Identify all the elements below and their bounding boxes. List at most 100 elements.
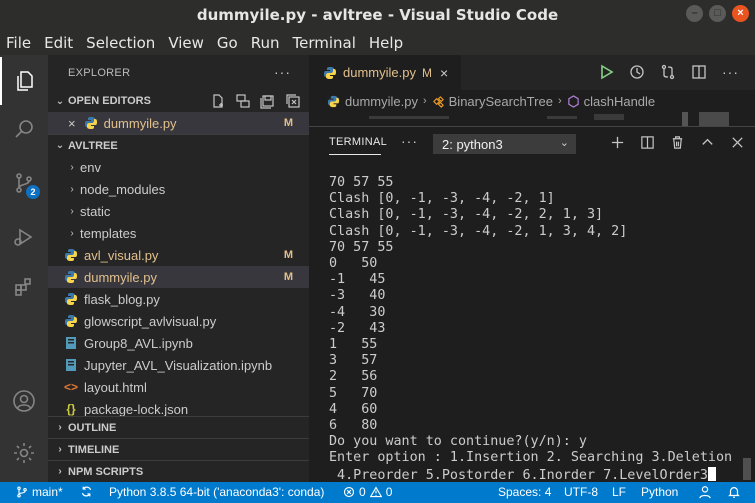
folder-name: static bbox=[80, 203, 111, 219]
file-name: avl_visual.py bbox=[84, 247, 159, 263]
tab-close-icon[interactable]: × bbox=[440, 65, 448, 81]
person-icon bbox=[699, 486, 711, 499]
split-editor-icon[interactable] bbox=[691, 64, 707, 80]
open-editors-header[interactable]: ⌄ OPEN EDITORS bbox=[48, 90, 309, 112]
modified-badge: M bbox=[283, 249, 293, 261]
python-file-icon bbox=[324, 66, 336, 79]
menu-help[interactable]: Help bbox=[369, 34, 403, 52]
breadcrumb-method[interactable]: clashHandle bbox=[584, 94, 656, 109]
minimize-button[interactable]: – bbox=[686, 5, 703, 22]
breadcrumb-file[interactable]: dummyile.py bbox=[345, 94, 418, 109]
scm-badge: 2 bbox=[26, 185, 40, 199]
tree-item-jupyter[interactable]: Jupyter_AVL_Visualization.ipynb bbox=[48, 354, 309, 376]
timeline-history-icon[interactable] bbox=[629, 64, 645, 80]
terminal-line: 3 57 bbox=[329, 353, 378, 369]
interpreter-label: Python 3.8.5 64-bit ('anaconda3': conda) bbox=[109, 485, 325, 499]
maximize-button[interactable]: □ bbox=[709, 5, 726, 22]
avltree-folder-header[interactable]: ⌄ AVLTREE bbox=[48, 134, 309, 156]
outline-label: OUTLINE bbox=[68, 421, 117, 434]
menu-view[interactable]: View bbox=[168, 34, 204, 52]
notebook-file-icon bbox=[64, 358, 78, 372]
menu-go[interactable]: Go bbox=[217, 34, 238, 52]
tree-item-avl-visual[interactable]: avl_visual.py M bbox=[48, 244, 309, 266]
trash-icon[interactable] bbox=[670, 135, 685, 150]
tree-item-glowscript[interactable]: glowscript_avlvisual.py bbox=[48, 310, 309, 332]
tree-item-layout[interactable]: <> layout.html bbox=[48, 376, 309, 398]
tab-terminal[interactable]: TERMINAL bbox=[329, 136, 387, 148]
bell-icon bbox=[728, 487, 740, 498]
new-untitled-file-icon[interactable] bbox=[210, 93, 226, 109]
open-changes-icon[interactable] bbox=[660, 64, 676, 80]
maximize-panel-icon[interactable] bbox=[700, 135, 715, 150]
eol-status[interactable]: LF bbox=[612, 485, 626, 499]
close-all-icon[interactable] bbox=[285, 93, 301, 109]
split-terminal-icon[interactable] bbox=[640, 135, 655, 150]
account-icon bbox=[13, 390, 35, 412]
terminal-line: 6 80 bbox=[329, 418, 378, 434]
outline-header[interactable]: › OUTLINE bbox=[48, 416, 309, 438]
chevron-right-icon: › bbox=[70, 161, 74, 173]
extensions-activity[interactable] bbox=[0, 263, 48, 311]
files-icon bbox=[17, 71, 33, 91]
eol-label: LF bbox=[612, 485, 627, 499]
menu-selection[interactable]: Selection bbox=[86, 34, 155, 52]
toggle-layout-icon[interactable] bbox=[235, 93, 251, 109]
menu-edit[interactable]: Edit bbox=[44, 34, 73, 52]
panel-more-icon[interactable]: ··· bbox=[401, 133, 418, 149]
tree-item-group8[interactable]: Group8_AVL.ipynb bbox=[48, 332, 309, 354]
branch-status[interactable]: main* bbox=[16, 485, 63, 499]
tree-item-flask-blog[interactable]: flask_blog.py bbox=[48, 288, 309, 310]
language-status[interactable]: Python bbox=[641, 485, 678, 499]
encoding-status[interactable]: UTF-8 bbox=[564, 485, 598, 499]
folder-name: env bbox=[80, 159, 101, 175]
branch-icon bbox=[17, 486, 27, 498]
spaces-label: Spaces: 4 bbox=[498, 485, 552, 499]
close-panel-icon[interactable] bbox=[730, 135, 745, 150]
terminal-select-value: 2: python3 bbox=[442, 136, 503, 152]
breadcrumb-class[interactable]: BinarySearchTree bbox=[449, 94, 553, 109]
terminal-select[interactable]: 2: python3 ⌄ bbox=[433, 134, 576, 154]
python-interpreter[interactable]: Python 3.8.5 64-bit ('anaconda3': conda) bbox=[109, 485, 324, 499]
source-control-activity[interactable]: 2 bbox=[0, 159, 48, 207]
python-file-icon bbox=[64, 292, 78, 306]
editor-more-icon[interactable]: ··· bbox=[722, 64, 739, 80]
tree-item-node-modules[interactable]: › node_modules bbox=[48, 178, 309, 200]
editor-tab[interactable]: dummyile.py M × bbox=[309, 55, 461, 90]
code-editor-peek[interactable] bbox=[309, 112, 755, 126]
more-actions-icon[interactable]: ··· bbox=[274, 64, 291, 80]
problems-status[interactable]: 0 0 bbox=[343, 485, 392, 499]
search-activity[interactable] bbox=[0, 105, 48, 153]
manage-activity[interactable] bbox=[0, 429, 48, 477]
tree-item-static[interactable]: › static bbox=[48, 200, 309, 222]
gear-icon bbox=[14, 443, 34, 463]
menu-terminal[interactable]: Terminal bbox=[293, 34, 356, 52]
menu-run[interactable]: Run bbox=[251, 34, 280, 52]
terminal-scrollbar[interactable] bbox=[743, 458, 751, 480]
save-all-icon[interactable] bbox=[260, 93, 276, 109]
branch-name: main* bbox=[32, 485, 63, 499]
folder-label: AVLTREE bbox=[68, 139, 118, 152]
run-file-icon[interactable] bbox=[598, 64, 614, 80]
chevron-right-icon: › bbox=[58, 466, 62, 477]
close-icon[interactable]: × bbox=[68, 116, 76, 131]
close-window-button[interactable]: × bbox=[732, 5, 749, 22]
run-debug-activity[interactable] bbox=[0, 213, 48, 261]
tree-item-templates[interactable]: › templates bbox=[48, 222, 309, 244]
window-title: dummyile.py - avltree - Visual Studio Co… bbox=[196, 6, 559, 24]
new-terminal-icon[interactable] bbox=[610, 135, 625, 150]
explorer-activity[interactable] bbox=[0, 57, 48, 105]
timeline-header[interactable]: › TIMELINE bbox=[48, 438, 309, 460]
notifications-status[interactable] bbox=[727, 485, 741, 499]
sync-status[interactable] bbox=[80, 485, 93, 498]
live-share-status[interactable] bbox=[698, 485, 712, 499]
npm-scripts-header[interactable]: › NPM SCRIPTS bbox=[48, 460, 309, 482]
tree-item-dummyile[interactable]: dummyile.py M bbox=[48, 266, 309, 288]
accounts-activity[interactable] bbox=[0, 377, 48, 425]
open-editor-item[interactable]: × dummyile.py M bbox=[48, 112, 309, 134]
file-name: Jupyter_AVL_Visualization.ipynb bbox=[84, 357, 273, 373]
warning-count: 0 bbox=[385, 485, 393, 499]
indentation-status[interactable]: Spaces: 4 bbox=[498, 485, 551, 499]
tree-item-env[interactable]: › env bbox=[48, 156, 309, 178]
menu-file[interactable]: File bbox=[6, 34, 31, 52]
terminal-output[interactable]: 70 57 55 Clash [0, -1, -3, -4, -2, 1] Clas… bbox=[329, 175, 749, 484]
